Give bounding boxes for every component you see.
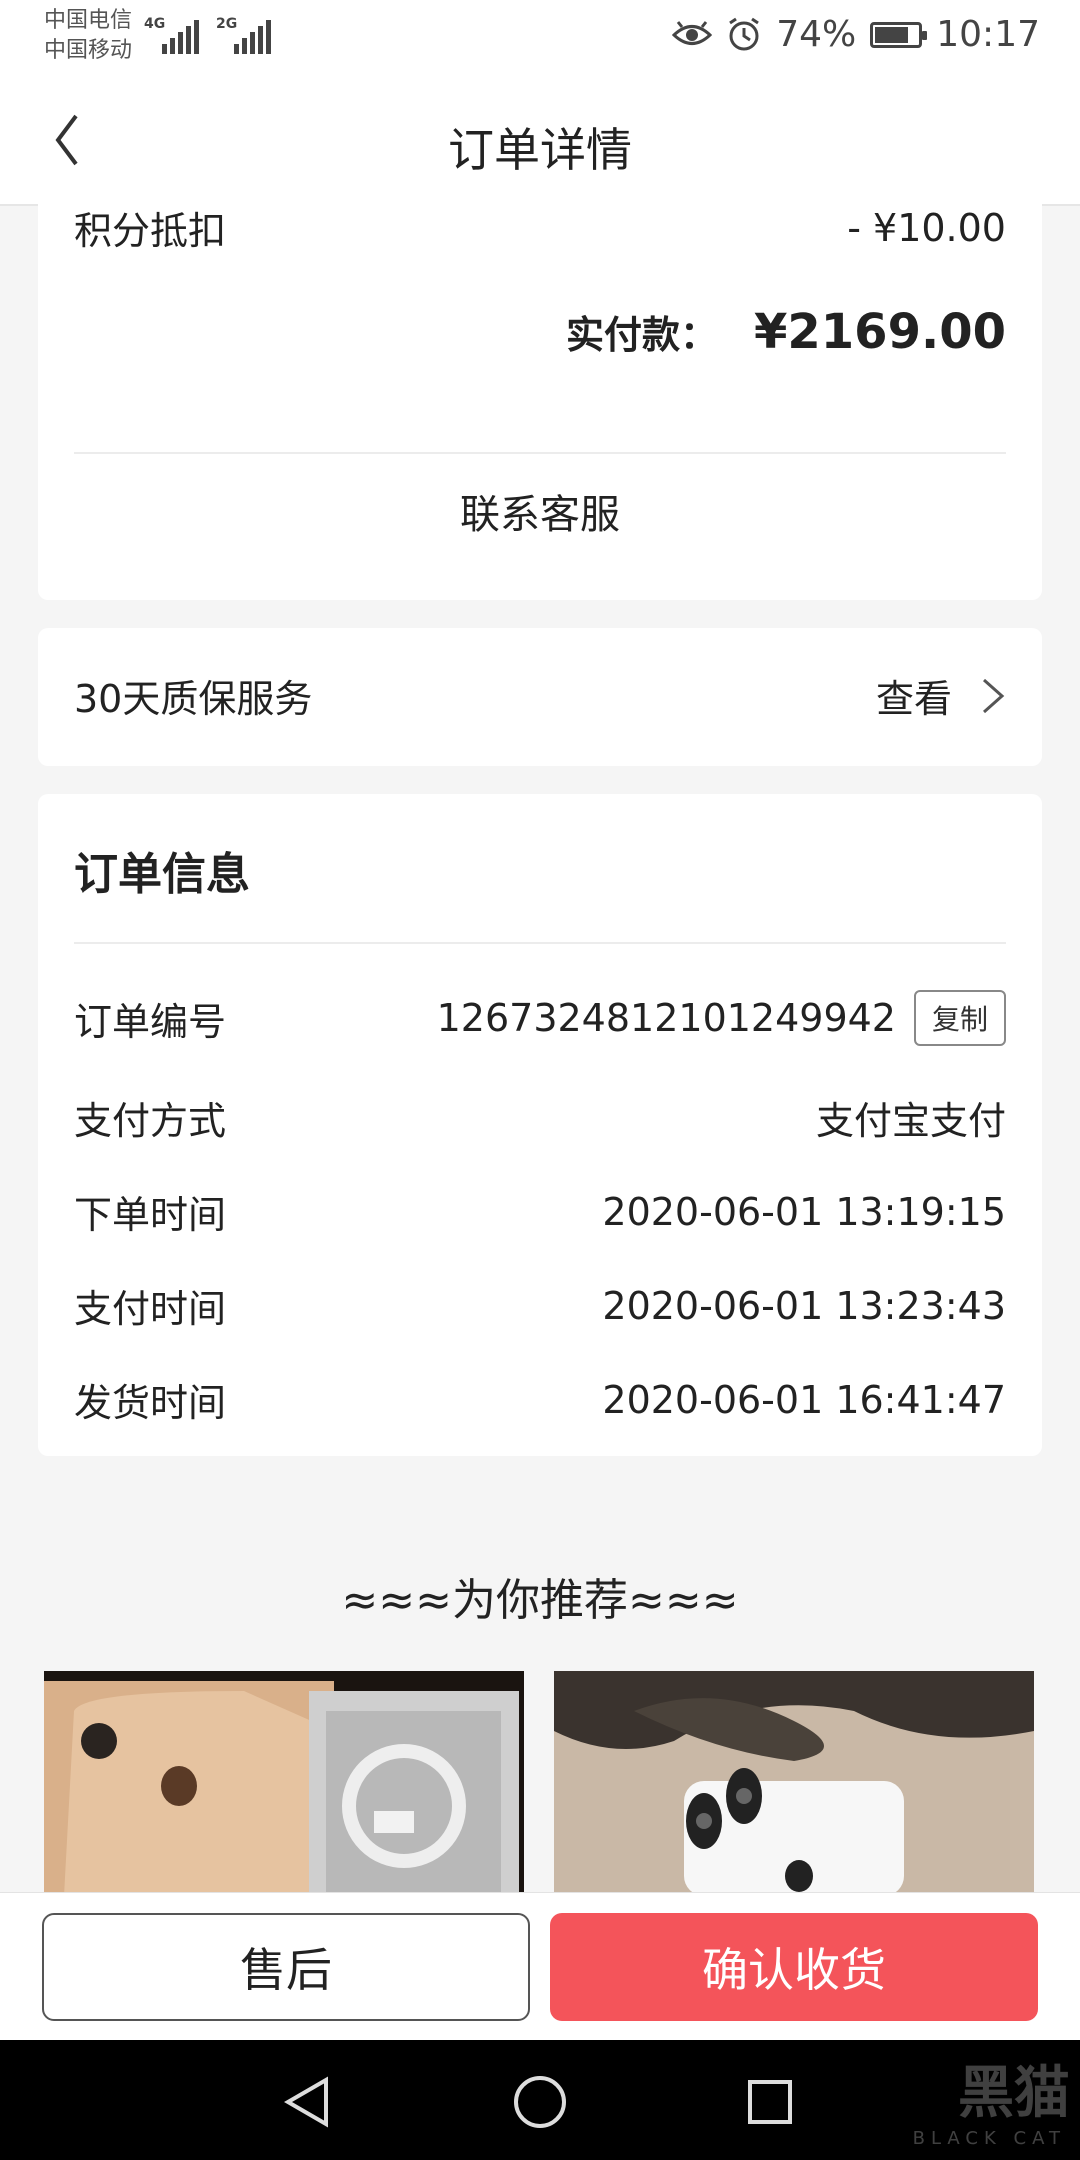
product-image-1[interactable]: [44, 1671, 524, 1896]
battery-percent: 74%: [776, 14, 857, 55]
points-deduction-value: - ¥10.00: [847, 205, 1006, 250]
action-bar: 售后 确认收货: [0, 1892, 1080, 2040]
back-triangle-icon[interactable]: [282, 2076, 332, 2128]
view-label: 查看: [875, 677, 952, 721]
paid-amount: ¥2169.00: [753, 304, 1006, 360]
signal-block: 4G 2G: [144, 14, 271, 54]
payment-card: 积分抵扣 - ¥10.00 实付款： ¥2169.00 联系客服: [38, 190, 1042, 600]
recommend-title: ≈≈≈为你推荐≈≈≈: [341, 1575, 739, 1626]
battery-icon: [870, 21, 928, 48]
system-nav-bar: 黑猫 BLACK CAT: [0, 2040, 1080, 2160]
confirm-receipt-button[interactable]: 确认收货: [550, 1913, 1038, 2021]
product-photo: [554, 1671, 1034, 1896]
chevron-right-icon: [983, 678, 1005, 713]
page-title: 订单详情: [448, 123, 632, 177]
order-number-group: 1267324812101249942 复制: [437, 990, 1006, 1046]
recommend-section: ≈≈≈为你推荐≈≈≈: [0, 1516, 1080, 1896]
status-right: 74% 10:17: [672, 14, 1040, 55]
row-label: 发货时间: [74, 1381, 227, 1425]
order-info-card: 订单信息 订单编号 1267324812101249942 复制 支付方式 支付…: [38, 794, 1042, 1456]
row-value: 2020-06-01 16:41:47: [602, 1377, 1006, 1422]
row-label: 下单时间: [74, 1193, 227, 1237]
carrier-block: 中国电信 中国移动: [44, 6, 132, 66]
signal-icon: 4G: [144, 14, 199, 54]
carrier-2: 中国移动: [44, 38, 133, 63]
copy-button[interactable]: 复制: [913, 990, 1006, 1046]
warranty-label: 30天质保服务: [74, 677, 313, 721]
home-circle-icon[interactable]: [512, 2074, 568, 2130]
clock: 10:17: [936, 14, 1040, 55]
watermark-text: 黑猫: [958, 2061, 1070, 2126]
row-label: 支付时间: [74, 1287, 227, 1331]
warranty-view-link[interactable]: 查看: [876, 668, 1006, 723]
eye-icon: [672, 20, 713, 45]
product-image-2[interactable]: [554, 1671, 1034, 1896]
carrier-1: 中国电信: [44, 8, 133, 33]
ship-time-row: 发货时间 2020-06-01 16:41:47: [74, 1372, 1006, 1427]
divider: [74, 452, 1006, 454]
payment-method-row: 支付方式 支付宝支付: [74, 1090, 1006, 1145]
order-number-value: 1267324812101249942: [436, 996, 896, 1040]
row-label: 订单编号: [74, 999, 227, 1044]
paid-label: 实付款：: [565, 313, 718, 357]
section-title: 订单信息: [74, 849, 250, 900]
points-deduction-label: 积分抵扣: [74, 209, 227, 253]
row-value: 2020-06-01 13:23:43: [602, 1283, 1006, 1328]
warranty-card[interactable]: 30天质保服务 查看: [38, 628, 1042, 766]
signal-icon: 2G: [216, 14, 271, 54]
paid-row: 实付款： ¥2169.00: [566, 304, 1006, 360]
divider: [74, 942, 1006, 944]
order-time-row: 下单时间 2020-06-01 13:19:15: [74, 1184, 1006, 1239]
recents-square-icon[interactable]: [746, 2078, 794, 2126]
contact-service-button[interactable]: 联系客服: [38, 482, 1042, 540]
header: 订单详情: [0, 80, 1080, 206]
product-photo: [44, 1671, 524, 1896]
watermark-subtext: BLACK CAT: [912, 2128, 1066, 2149]
battery-fill: [875, 26, 909, 43]
status-bar: 中国电信 中国移动 4G 2G 74% 10:17: [0, 0, 1080, 80]
after-sale-button[interactable]: 售后: [42, 1913, 530, 2021]
row-value: 支付宝支付: [815, 1099, 1006, 1143]
pay-time-row: 支付时间 2020-06-01 13:23:43: [74, 1278, 1006, 1333]
alarm-icon: [729, 17, 760, 50]
row-label: 支付方式: [74, 1099, 227, 1143]
order-number-row: 订单编号 1267324812101249942 复制: [74, 990, 1006, 1046]
row-value: 2020-06-01 13:19:15: [602, 1189, 1006, 1234]
